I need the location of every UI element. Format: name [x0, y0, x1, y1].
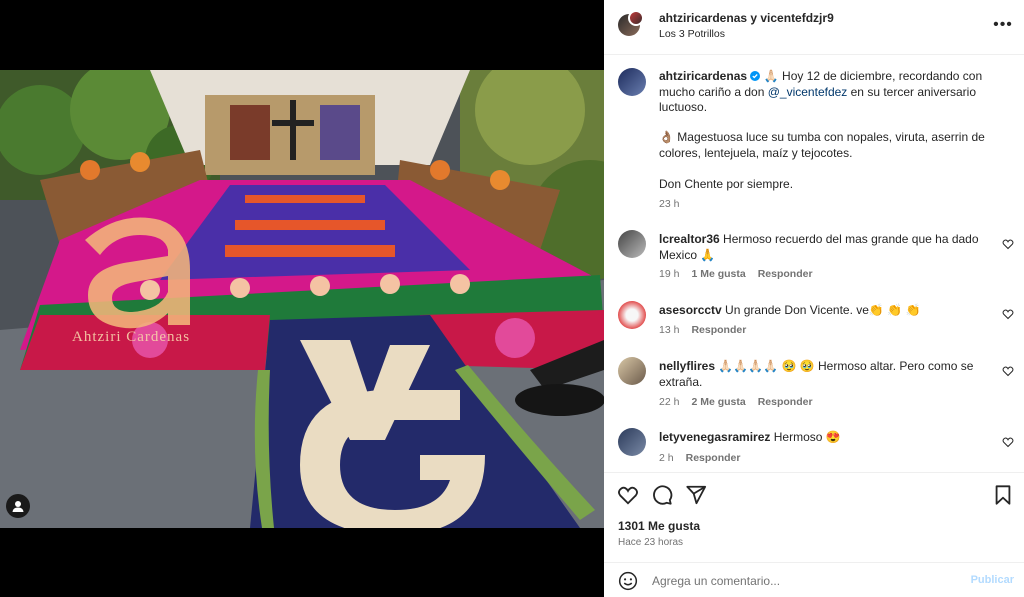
comment-text: lcrealtor36 Hermoso recuerdo del mas gra… [659, 232, 989, 263]
comment-username[interactable]: asesorcctv [659, 303, 722, 317]
publish-button[interactable]: Publicar [971, 574, 1014, 586]
heart-icon[interactable] [617, 484, 639, 506]
post-header: ahtziricardenas y vicentefdzjr9 Los 3 Po… [604, 0, 1024, 55]
comment-meta: 13 h Responder [659, 324, 758, 336]
caption-paragraph-2-text: Magestuosa luce su tumba con nopales, vi… [659, 130, 985, 160]
comment-heart-icon[interactable] [1002, 436, 1014, 448]
caption-avatar[interactable] [618, 68, 646, 96]
comment-time[interactable]: 19 h [659, 268, 679, 280]
comment-content: Hermoso 😍 [770, 430, 841, 444]
comment-heart-icon[interactable] [1002, 238, 1014, 250]
comment-time[interactable]: 13 h [659, 324, 679, 336]
likes-count[interactable]: 1301 Me gusta [618, 519, 700, 533]
emoji-icon[interactable] [618, 571, 638, 591]
altar-photo-illustration [0, 70, 604, 528]
comments-list[interactable]: ahtziricardenas 🙏🏻 Hoy 12 de diciembre, … [604, 56, 1024, 472]
comment-icon[interactable] [651, 484, 673, 506]
reply-button[interactable]: Responder [686, 452, 741, 464]
comment-content: Un grande Don Vicente. ve👏 👏 👏 [721, 303, 921, 317]
post-media: Ahtziri Cardenas [0, 0, 604, 597]
comment-likes[interactable]: 1 Me gusta [691, 268, 745, 280]
mention-link[interactable]: @_vicentefdez [768, 85, 848, 99]
caption-paragraph-3: Don Chente por siempre. [659, 177, 794, 191]
comment-avatar[interactable] [618, 301, 646, 329]
comment-meta: 22 h 2 Me gusta Responder [659, 396, 825, 408]
comment-heart-icon[interactable] [1002, 308, 1014, 320]
caption-time[interactable]: 23 h [659, 198, 679, 210]
comment-time[interactable]: 2 h [659, 452, 674, 464]
comment-username[interactable]: letyvenegasramirez [659, 430, 770, 444]
post-timestamp[interactable]: Hace 23 horas [618, 537, 683, 548]
comment-avatar[interactable] [618, 230, 646, 258]
reply-button[interactable]: Responder [758, 396, 813, 408]
comment-text: asesorcctv Un grande Don Vicente. ve👏 👏 … [659, 303, 989, 319]
comment-time[interactable]: 22 h [659, 396, 679, 408]
bookmark-icon[interactable] [992, 484, 1014, 506]
watermark-text: Ahtziri Cardenas [72, 329, 191, 345]
coauthor-avatar[interactable] [628, 10, 644, 26]
comment-input[interactable] [652, 572, 952, 590]
add-comment-bar: Publicar [604, 562, 1024, 597]
caption-text: ahtziricardenas 🙏🏻 Hoy 12 de diciembre, … [659, 69, 989, 116]
comment-username[interactable]: nellyflires [659, 359, 715, 373]
comment-username[interactable]: lcrealtor36 [659, 232, 720, 246]
post-photo[interactable]: Ahtziri Cardenas [0, 70, 604, 528]
comment-text: letyvenegasramirez Hermoso 😍 [659, 430, 989, 446]
comment-meta: 2 h Responder [659, 452, 752, 464]
comment-avatar[interactable] [618, 357, 646, 385]
comment-avatar[interactable] [618, 428, 646, 456]
post-authors[interactable]: ahtziricardenas y vicentefdzjr9 [659, 11, 834, 25]
comment-likes[interactable]: 2 Me gusta [691, 396, 745, 408]
caption-paragraph-2-emoji: 👌🏽 [659, 130, 674, 144]
share-icon[interactable] [685, 484, 707, 506]
comment-heart-icon[interactable] [1002, 365, 1014, 377]
verified-badge-icon [750, 71, 761, 81]
caption-paragraph-2: 👌🏽 Magestuosa luce su tumba con nopales,… [659, 130, 989, 161]
user-tag-icon[interactable] [6, 494, 30, 518]
caption-username[interactable]: ahtziricardenas [659, 69, 747, 83]
location-link[interactable]: Los 3 Potrillos [659, 28, 725, 40]
comment-text: nellyflires 🙏🏻🙏🏻🙏🏻🙏🏻 🥹 🥹 Hermoso altar. … [659, 359, 989, 390]
post-sidebar: ahtziricardenas y vicentefdzjr9 Los 3 Po… [604, 0, 1024, 597]
caption-emoji: 🙏🏻 [763, 69, 779, 83]
more-horizontal-icon[interactable]: ••• [993, 16, 1012, 34]
reply-button[interactable]: Responder [691, 324, 746, 336]
reply-button[interactable]: Responder [758, 268, 813, 280]
comment-meta: 19 h 1 Me gusta Responder [659, 268, 825, 280]
post-actions: 1301 Me gusta Hace 23 horas [604, 472, 1024, 562]
